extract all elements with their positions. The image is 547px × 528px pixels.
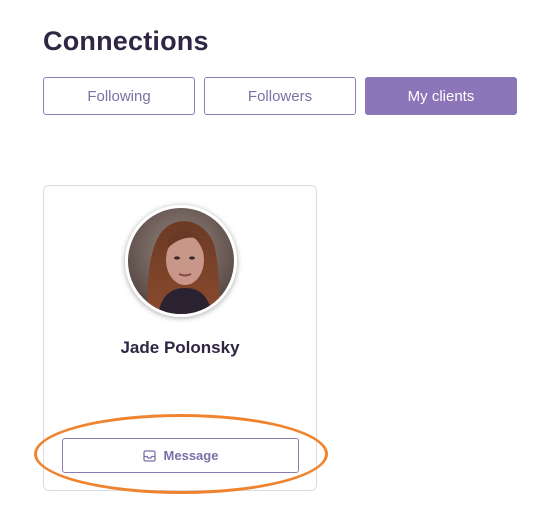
avatar-photo — [128, 208, 234, 314]
client-card: Jade Polonsky Message — [43, 185, 317, 491]
client-name: Jade Polonsky — [120, 338, 240, 357]
tab-my-clients[interactable]: My clients — [365, 77, 517, 115]
inbox-icon — [142, 449, 156, 462]
message-button-label: Message — [163, 448, 219, 463]
tab-followers[interactable]: Followers — [204, 77, 356, 115]
message-button[interactable]: Message — [62, 438, 299, 473]
connections-page: Connections Following Followers My clien… — [0, 0, 547, 528]
tab-following[interactable]: Following — [43, 77, 195, 115]
page-title: Connections — [43, 26, 209, 56]
avatar[interactable] — [125, 205, 237, 317]
